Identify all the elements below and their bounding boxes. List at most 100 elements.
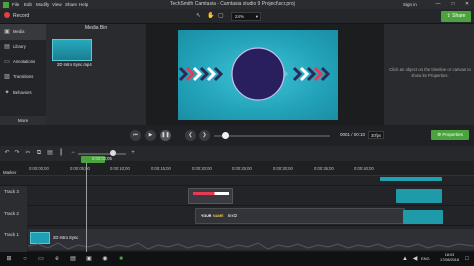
sidebar-item-library[interactable]: ▤ Library	[0, 39, 46, 55]
cut-icon[interactable]: ✂	[24, 150, 32, 157]
step-back-icon[interactable]: ⏮	[130, 130, 141, 141]
media-icon: ▣	[4, 29, 10, 35]
network-icon[interactable]: ▲	[400, 254, 410, 264]
share-button[interactable]: ⇪ Share	[441, 11, 471, 22]
paste-icon[interactable]: ▤	[46, 150, 54, 157]
sidebar-item-behaviors[interactable]: ✦ Behaviors	[0, 85, 46, 101]
track-label: Track 3	[4, 189, 19, 194]
media-item-label: 2D Intro Sync.mp4	[57, 62, 92, 67]
clip-text-your: YOUR	[201, 214, 212, 218]
explorer-icon[interactable]: ▤	[68, 254, 78, 264]
camtasia-taskbar-icon[interactable]: ■	[116, 254, 126, 264]
sidebar-item-annotations[interactable]: ▭ Annotations	[0, 54, 46, 70]
track-1-clip[interactable]	[28, 229, 474, 250]
zoom-value: 24%	[235, 14, 245, 19]
sidebar-item-label: Transitions	[13, 74, 34, 79]
marker-range[interactable]	[380, 177, 442, 181]
clock-date: 17/08/2018	[440, 258, 460, 262]
zoom-in-icon[interactable]: +	[129, 150, 137, 157]
store-icon[interactable]: ▣	[84, 254, 94, 264]
maximize-button[interactable]: □	[448, 0, 458, 9]
split-icon[interactable]: ┃	[57, 150, 65, 157]
zoom-out-icon[interactable]: −	[69, 150, 77, 157]
track-label: Track 2	[4, 211, 19, 216]
track-3-clip[interactable]	[188, 188, 233, 204]
behaviors-icon: ✦	[4, 90, 10, 96]
task-view-icon[interactable]: ▭	[36, 254, 46, 264]
tick-label: 0:00:35;00	[314, 166, 334, 171]
more-button[interactable]: More	[0, 116, 46, 125]
fps-select[interactable]: 30fps	[368, 131, 384, 139]
clip-label: text2	[228, 213, 238, 218]
track-2-clip-end[interactable]	[403, 210, 443, 224]
pointer-tool-icon[interactable]: ↖	[196, 12, 204, 21]
chrome-icon[interactable]: ◉	[100, 254, 110, 264]
tick-label: 0:00:25;00	[232, 166, 252, 171]
previous-icon[interactable]: ❮	[185, 130, 196, 141]
close-button[interactable]: ✕	[462, 0, 472, 9]
sidebar-item-label: Media	[13, 29, 25, 34]
record-label: Record	[13, 13, 30, 19]
tick-label: 0:00:00;00	[29, 166, 49, 171]
menu-file[interactable]: File	[12, 0, 19, 9]
sidebar-item-label: Behaviors	[13, 90, 32, 95]
media-thumbnail[interactable]	[52, 39, 92, 61]
menu-help[interactable]: Help	[79, 0, 88, 9]
track-3-clip-end[interactable]	[396, 189, 442, 203]
clip-preview-bar	[193, 192, 229, 195]
track-label: Track 1	[4, 232, 19, 237]
share-label: Share	[452, 13, 466, 19]
window-title: TechSmith Camtasia - Camtasia studio 9 P…	[170, 1, 295, 7]
sidebar-item-transitions[interactable]: ▨ Transitions	[0, 69, 46, 85]
sign-in-link[interactable]: Sign in	[403, 0, 417, 9]
record-button[interactable]: Record	[2, 11, 42, 22]
record-icon	[4, 12, 10, 19]
clip-text-name: NAME	[213, 214, 224, 218]
redo-icon[interactable]: ↷	[13, 150, 21, 157]
language-indicator[interactable]: ENG	[421, 256, 430, 261]
track-2-header[interactable]: Track 2	[0, 206, 27, 226]
library-icon: ▤	[4, 44, 10, 50]
timeline-zoom-slider[interactable]	[78, 153, 126, 155]
volume-icon[interactable]: ◀	[410, 254, 420, 264]
clip-label: 2D Intro Sync	[53, 235, 79, 240]
track-2-clip[interactable]	[195, 208, 405, 224]
next-icon[interactable]: ❯	[199, 130, 210, 141]
intro-graphic	[178, 47, 331, 101]
sidebar-item-label: Library	[13, 44, 26, 49]
minimize-button[interactable]: —	[433, 0, 443, 9]
copy-icon[interactable]: ⧉	[35, 150, 43, 157]
properties-button[interactable]: ⚙ Properties	[431, 130, 469, 140]
sidebar-item-label: Annotations	[13, 59, 36, 64]
play-icon[interactable]: ▶	[145, 130, 156, 141]
pan-tool-icon[interactable]: ✋	[207, 12, 215, 21]
properties-hint: Click an object on the timeline or canva…	[389, 67, 471, 78]
crop-tool-icon[interactable]: ▢	[218, 12, 226, 21]
playhead-time: 0:00:03;05	[92, 156, 112, 161]
tools-sidebar: ▣ Media ▤ Library ▭ Annotations ▨ Transition…	[0, 24, 46, 125]
sidebar-item-media[interactable]: ▣ Media	[0, 24, 46, 40]
zoom-select[interactable]: 24% ▾	[231, 12, 261, 21]
media-bin-title: Media Bin	[84, 25, 108, 31]
menu-modify[interactable]: Modify	[36, 0, 49, 9]
tick-label: 0:00:40;00	[354, 166, 374, 171]
audio-waveform	[28, 242, 474, 250]
menu-share[interactable]: Share	[65, 0, 77, 9]
scrub-bar[interactable]	[214, 135, 330, 137]
taskbar-clock[interactable]: 18:03 17/08/2018	[440, 253, 459, 263]
edge-browser-icon[interactable]: e	[52, 254, 62, 264]
track-3-header[interactable]: Track 3	[0, 186, 27, 206]
tick-label: 0:00:10;00	[110, 166, 130, 171]
menu-view[interactable]: View	[52, 0, 62, 9]
windows-start-icon[interactable]: ⊞	[4, 254, 14, 264]
undo-icon[interactable]: ↶	[3, 150, 11, 157]
camtasia-window: File Edit Modify View Share Help TechSmi…	[0, 0, 474, 266]
track-1-header[interactable]: Track 1	[0, 226, 27, 252]
properties-label: Properties	[442, 132, 463, 137]
menu-edit[interactable]: Edit	[24, 0, 32, 9]
timecode: 0001 / 00:10	[340, 132, 366, 137]
notifications-icon[interactable]: □	[462, 254, 472, 264]
preview-canvas[interactable]	[178, 30, 338, 120]
search-icon[interactable]: ○	[20, 254, 30, 264]
pause-icon[interactable]: ❚❚	[160, 130, 171, 141]
